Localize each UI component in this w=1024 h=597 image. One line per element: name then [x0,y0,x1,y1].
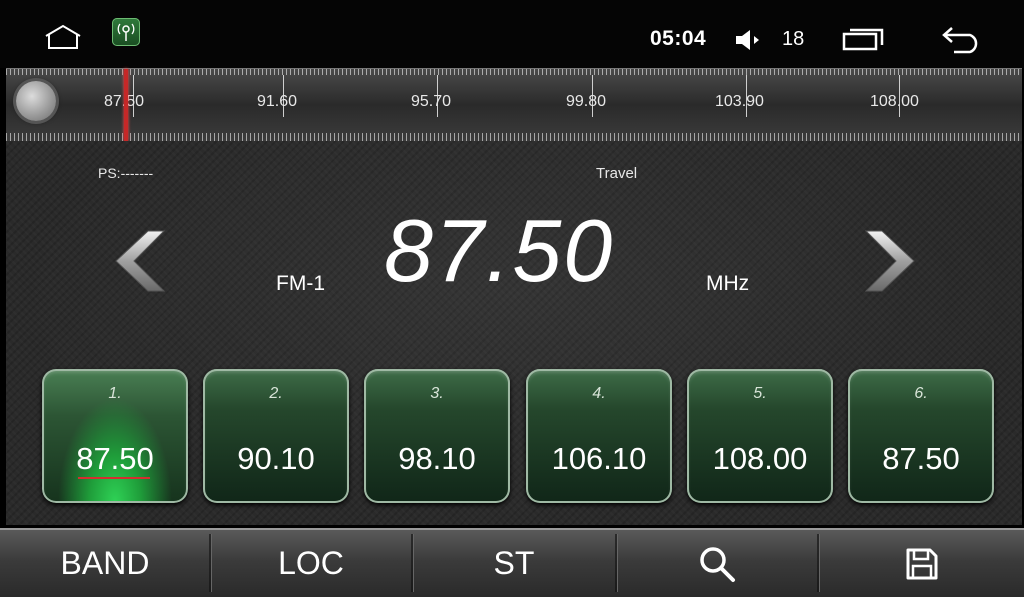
preset-frequency: 108.00 [712,441,808,476]
tuning-scale[interactable]: 87.50 91.60 95.70 99.80 103.90 108.00 [6,68,1022,142]
preset-list: 1. 87.50 2. 90.10 3. 98.10 4. 106.10 5. … [42,369,994,503]
preset-number: 1. [108,385,122,402]
preset-button-3[interactable]: 3. 98.10 [364,369,510,503]
tuning-knob[interactable] [16,81,56,121]
preset-button-5[interactable]: 5. 108.00 [687,369,833,503]
preset-number: 5. [753,385,767,402]
ps-text: PS:------- [98,165,154,181]
radio-display-panel: PS:------- Travel FM-1 87.50 MHz 1. 87.5… [6,141,1022,525]
st-button-label: ST [493,545,535,581]
preset-button-1[interactable]: 1. 87.50 [42,369,188,503]
band-button[interactable]: BAND [0,530,210,597]
preset-button-4[interactable]: 4. 106.10 [526,369,672,503]
loc-button[interactable]: LOC [211,530,411,597]
preset-frequency: 87.50 [882,441,960,476]
current-frequency: 87.50 [384,201,615,300]
preset-frequency: 106.10 [551,441,647,476]
loc-button-label: LOC [278,545,344,581]
frequency-unit: MHz [706,272,750,295]
save-icon [906,548,937,579]
prev-frequency-chevron-left-icon[interactable] [112,229,166,293]
preset-number: 4. [592,385,606,402]
bottom-toolbar: BAND LOC ST [0,528,1024,597]
preset-number: 6. [914,385,928,402]
band-button-label: BAND [60,545,150,581]
recents-icon[interactable] [842,27,884,51]
preset-button-2[interactable]: 2. 90.10 [203,369,349,503]
search-button[interactable] [617,530,817,597]
home-icon[interactable] [44,24,82,50]
clock: 05:04 [650,27,707,50]
status-bar: 05:04 18 [0,0,1024,68]
scale-label: 108.00 [870,93,919,110]
scale-label: 91.60 [257,93,298,110]
next-frequency-chevron-right-icon[interactable] [864,229,918,293]
scale-label: 103.90 [715,93,764,110]
pty-text: Travel [596,165,638,182]
save-button[interactable] [819,530,1024,597]
preset-frequency: 87.50 [76,441,154,476]
preset-frequency: 90.10 [237,441,315,476]
preset-frequency: 98.10 [398,441,476,476]
scale-label: 99.80 [566,93,607,110]
search-icon [700,546,735,582]
tuning-needle[interactable] [124,69,128,141]
scale-label: 95.70 [411,93,452,110]
active-preset-underline [78,477,150,479]
preset-number: 2. [269,385,283,402]
band-indicator: FM-1 [276,272,325,295]
back-arrow-icon[interactable] [940,24,984,54]
radio-app-icon[interactable] [112,18,140,46]
preset-number: 3. [430,385,444,402]
volume-level: 18 [782,28,805,50]
st-button[interactable]: ST [413,530,615,597]
speaker-icon[interactable] [734,29,762,51]
preset-button-6[interactable]: 6. 87.50 [848,369,994,503]
